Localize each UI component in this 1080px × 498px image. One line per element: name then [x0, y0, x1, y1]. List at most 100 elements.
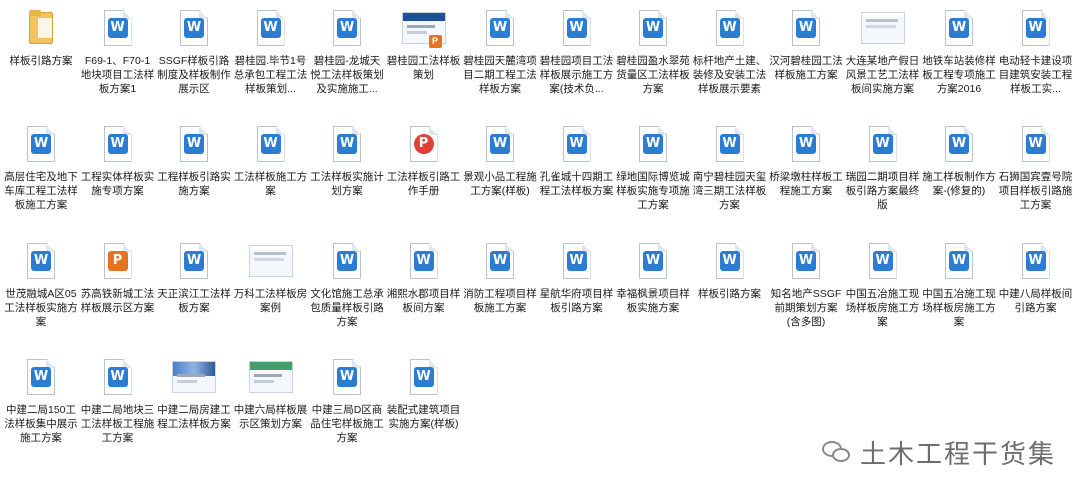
file-item[interactable]: W 知名地产SSGF前期策划方案(含多图) — [768, 243, 844, 329]
file-item[interactable]: W 世茂融城A区05工法样板实施方案 — [3, 243, 79, 329]
file-label: 中建二局房建工程工法样板方案 — [157, 404, 231, 430]
file-item[interactable]: W 中建二局150工法样板集中展示施工方案 — [3, 359, 79, 445]
file-item[interactable]: 万科工法样板房案例 — [233, 243, 309, 315]
ppt-icon: P — [102, 243, 134, 281]
file-label: 湘熙水郡项目样板间方案 — [386, 288, 461, 314]
word-icon: W — [637, 10, 669, 48]
file-item[interactable]: W 中建二局地块三工法样板工程施工方案 — [80, 359, 156, 445]
word-icon: W — [484, 10, 516, 48]
file-label: 碧桂园-龙城天悦工法样板策划及实施施工... — [310, 55, 384, 95]
file-item[interactable]: 样板引路方案 — [3, 10, 79, 68]
file-label: 绿地国际博览城样板实施专项施工方案 — [616, 171, 690, 211]
file-item[interactable]: W 南宁碧桂园天玺湾三期工法样板方案 — [692, 126, 768, 212]
file-item[interactable]: W SSGF样板引路制度及样板制作展示区 — [156, 10, 232, 96]
file-item[interactable]: W 桥梁墩柱样板工程施工方案 — [768, 126, 844, 198]
file-item[interactable]: W 星航华府项目样板引路方案 — [539, 243, 615, 315]
file-label: 碧桂园天麓湾项目二期工程工法样板方案 — [463, 55, 537, 95]
word-icon: W — [484, 126, 516, 164]
file-label: 电动轻卡建设项目建筑安装工程样板工实... — [998, 55, 1073, 95]
file-label: 工程实体样板实施专项方案 — [80, 171, 155, 197]
file-label: 汉河碧桂园工法样板施工方案 — [769, 55, 843, 81]
file-item[interactable]: W 地铁车站装修样板工程专项施工方案2016 — [921, 10, 997, 96]
file-item[interactable]: 大连某地产假日风景工艺工法样板间实施方案 — [845, 10, 921, 96]
file-item[interactable]: W 工法样板施工方案 — [233, 126, 309, 198]
file-label: F69-1、F70-1地块项目工法样板方案1 — [80, 55, 155, 95]
word-icon: W — [714, 243, 746, 281]
file-label: 中建二局150工法样板集中展示施工方案 — [4, 404, 78, 444]
word-icon: W — [943, 126, 975, 164]
text-thumbnail-icon — [860, 10, 905, 48]
file-item[interactable]: W 文化馆施工总承包质量样板引路方案 — [309, 243, 385, 329]
word-icon: W — [943, 10, 975, 48]
file-label: 世茂融城A区05工法样板实施方案 — [4, 288, 78, 328]
file-item[interactable]: W 工法样板实施计划方案 — [309, 126, 385, 198]
file-item[interactable]: W 瑞园二期项目样板引路方案最终版 — [845, 126, 921, 212]
file-item[interactable]: W 工程样板引路实施方案 — [156, 126, 232, 198]
word-icon: W — [102, 10, 134, 48]
word-icon: W — [331, 359, 363, 397]
file-item[interactable]: W 工程实体样板实施专项方案 — [80, 126, 156, 198]
file-item[interactable]: W 中国五冶施工现场样板房施工方案 — [845, 243, 921, 329]
file-label: 瑞园二期项目样板引路方案最终版 — [845, 171, 920, 211]
file-item[interactable]: W 石狮国宾壹号院项目样板引路施工方案 — [998, 126, 1074, 212]
ppt-thumbnail-icon: P — [401, 10, 446, 48]
file-item[interactable]: P 苏高铁新城工法样板展示区方案 — [80, 243, 156, 315]
file-item[interactable]: W 景观小品工程施工方案(样板) — [462, 126, 538, 198]
file-item[interactable]: W 消防工程项目样板施工方案 — [462, 243, 538, 315]
file-label: 工法样板实施计划方案 — [310, 171, 384, 197]
file-item[interactable]: W 碧桂园盈水翠苑货量区工法样板方案 — [615, 10, 691, 96]
file-label: 碧桂园.毕节1号总承包工程工法样板策划... — [233, 55, 308, 95]
file-label: 样板引路方案 — [698, 288, 761, 300]
file-label: 星航华府项目样板引路方案 — [539, 288, 614, 314]
file-label: 样板引路方案 — [9, 55, 73, 67]
file-label: 地铁车站装修样板工程专项施工方案2016 — [922, 55, 996, 95]
word-icon: W — [102, 126, 134, 164]
word-icon: W — [714, 10, 746, 48]
word-icon: W — [178, 126, 210, 164]
file-item[interactable]: W 样板引路方案 — [692, 243, 768, 301]
image-thumbnail-icon — [172, 359, 216, 397]
file-item[interactable]: W 汉河碧桂园工法样板施工方案 — [768, 10, 844, 82]
file-item[interactable]: W 标杆地产土建、装修及安装工法样板展示要素 — [692, 10, 768, 96]
file-item[interactable]: W F69-1、F70-1地块项目工法样板方案1 — [80, 10, 156, 96]
file-label: 石狮国宾壹号院项目样板引路施工方案 — [998, 171, 1073, 211]
file-label: 中建八局样板间引路方案 — [998, 288, 1073, 314]
file-item[interactable]: W 幸福枫景项目样板实施方案 — [615, 243, 691, 315]
file-item[interactable]: W 碧桂园天麓湾项目二期工程工法样板方案 — [462, 10, 538, 96]
file-item[interactable]: W 中建三局D区商品住宅样板施工方案 — [309, 359, 385, 445]
file-item[interactable]: W 高层住宅及地下车库工程工法样板施工方案 — [3, 126, 79, 212]
file-item[interactable]: W 湘熙水郡项目样板间方案 — [386, 243, 462, 315]
file-label: 文化馆施工总承包质量样板引路方案 — [310, 288, 384, 328]
word-icon: W — [637, 126, 669, 164]
word-icon: W — [1020, 243, 1052, 281]
file-item[interactable]: W 碧桂园-龙城天悦工法样板策划及实施施工... — [309, 10, 385, 96]
file-label: 中国五冶施工现场样板房施工方案 — [922, 288, 996, 328]
file-item[interactable]: W 绿地国际博览城样板实施专项施工方案 — [615, 126, 691, 212]
file-item[interactable]: W 中建八局样板间引路方案 — [998, 243, 1074, 315]
word-icon: W — [102, 359, 134, 397]
file-item[interactable]: W 碧桂园项目工法样板展示施工方案(技术负... — [539, 10, 615, 96]
file-item[interactable]: 中建六局样板展示区策划方案 — [233, 359, 309, 431]
file-label: 施工样板制作方案-(修复的) — [922, 171, 996, 197]
wechat-icon — [822, 439, 852, 465]
file-label: 标杆地产土建、装修及安装工法样板展示要素 — [692, 55, 767, 95]
word-icon: W — [790, 10, 822, 48]
word-icon: W — [561, 243, 593, 281]
word-icon: W — [1020, 126, 1052, 164]
file-item[interactable]: P 工法样板引路工作手册 — [386, 126, 462, 198]
file-item[interactable]: W 电动轻卡建设项目建筑安装工程样板工实... — [998, 10, 1074, 96]
file-item[interactable]: W 孔雀城十四期工程工法样板方案 — [539, 126, 615, 198]
pdf-icon: P — [408, 126, 440, 164]
word-icon: W — [714, 126, 746, 164]
file-item[interactable]: W 碧桂园.毕节1号总承包工程工法样板策划... — [233, 10, 309, 96]
file-label: 碧桂园工法样板策划 — [386, 55, 461, 81]
file-item[interactable]: W 天正滨江工法样板方案 — [156, 243, 232, 315]
file-item[interactable]: W 中国五冶施工现场样板房施工方案 — [921, 243, 997, 329]
file-label: 中国五冶施工现场样板房施工方案 — [845, 288, 920, 328]
file-item[interactable]: 中建二局房建工程工法样板方案 — [156, 359, 232, 431]
file-item[interactable]: W 施工样板制作方案-(修复的) — [921, 126, 997, 198]
file-item[interactable]: W 装配式建筑项目实施方案(样板) — [386, 359, 462, 431]
file-item[interactable]: P 碧桂园工法样板策划 — [386, 10, 462, 82]
word-icon: W — [25, 359, 57, 397]
word-icon: W — [790, 243, 822, 281]
